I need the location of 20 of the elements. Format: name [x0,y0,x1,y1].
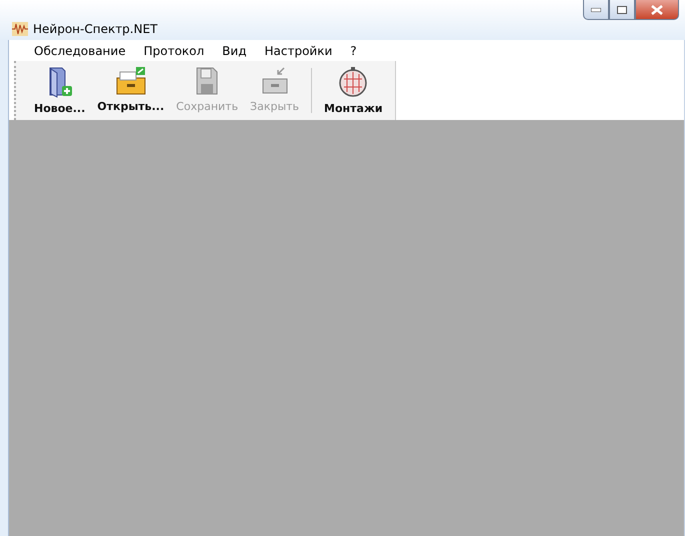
minimize-icon [591,8,601,12]
document-plus-icon [46,66,73,98]
maximize-button[interactable] [609,0,635,20]
window-title: Нейрон-Спектр.NET [33,22,158,36]
toolbar-button[interactable]: Монтажи [318,64,389,117]
menu-item[interactable]: Обследование [25,44,135,58]
menu-item[interactable]: ? [341,44,366,58]
drawer-icon [260,66,290,96]
open-drawer-icon [114,66,148,96]
toolbar-button[interactable]: Новое... [28,64,92,117]
maximize-icon [617,6,627,14]
menu-item[interactable]: Настройки [256,44,342,58]
close-icon [651,4,663,14]
electrode-cap-icon [337,66,370,98]
menu-item[interactable]: Вид [213,44,256,58]
close-button[interactable] [635,0,679,20]
minimize-button[interactable] [583,0,609,20]
menu-item[interactable]: Протокол [134,44,214,58]
toolbar-button[interactable]: Открыть... [91,64,170,117]
waveform-icon [12,22,28,36]
